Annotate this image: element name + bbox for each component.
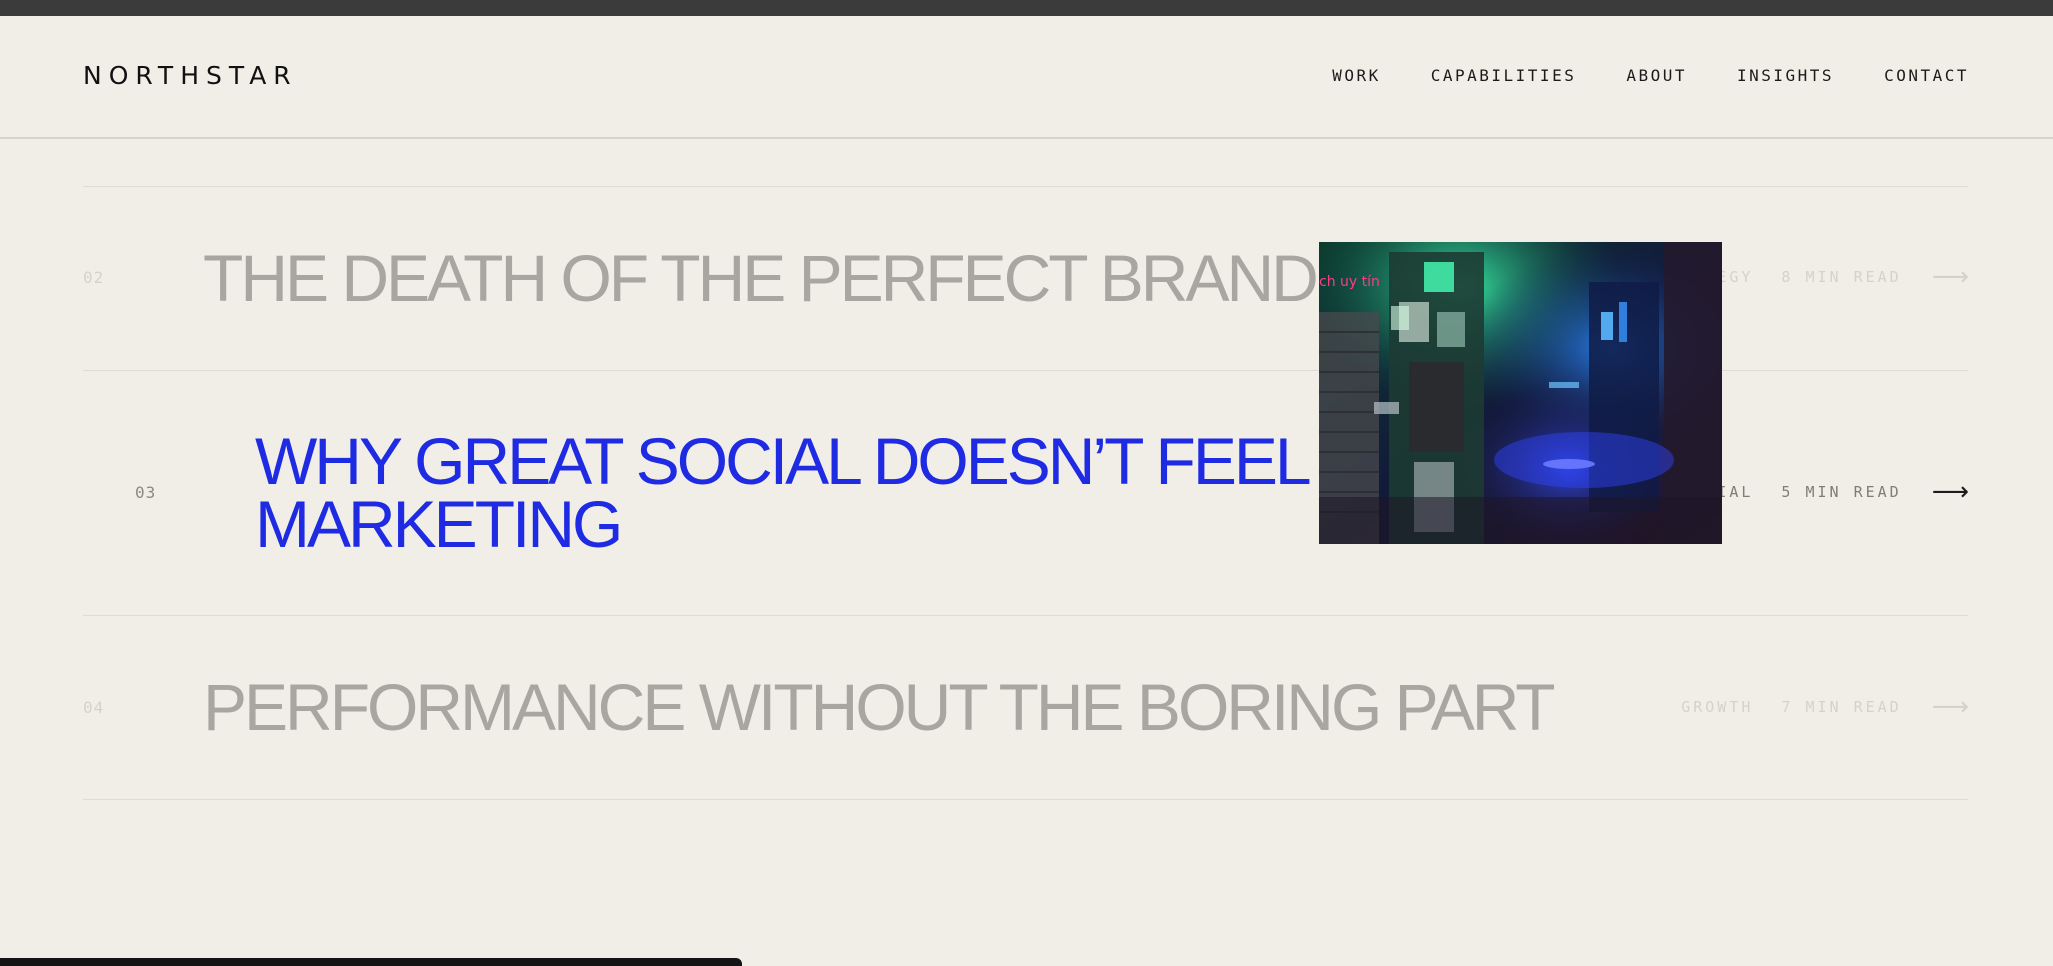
nav-insights[interactable]: INSIGHTS [1737, 66, 1834, 85]
article-number: 03 [135, 483, 157, 502]
top-bar [0, 0, 2053, 16]
article-title-line-2[interactable]: MARKETING [255, 491, 623, 557]
article-read-time: 5 MIN READ [1781, 483, 1902, 501]
row-divider [83, 615, 1968, 616]
article-title[interactable]: PERFORMANCE WITHOUT THE BORING PART [203, 674, 1556, 740]
article-meta: SOCIAL 5 MIN READ ⟶ [1681, 479, 1969, 505]
site-header: NORTHSTAR WORK CAPABILITIES ABOUT INSIGH… [0, 16, 2053, 139]
logo[interactable]: NORTHSTAR [83, 61, 298, 90]
nav-about[interactable]: ABOUT [1626, 66, 1687, 85]
article-number: 04 [83, 698, 105, 717]
nav-contact[interactable]: CONTACT [1884, 66, 1969, 85]
nav-work[interactable]: WORK [1332, 66, 1381, 85]
arrow-right-icon[interactable]: ⟶ [1932, 264, 1969, 290]
article-meta: GROWTH 7 MIN READ ⟶ [1681, 694, 1969, 720]
arrow-right-icon[interactable]: ⟶ [1932, 694, 1969, 720]
neon-alley-photo: ch uy tín [1319, 242, 1722, 544]
article-title[interactable]: THE DEATH OF THE PERFECT BRAND [203, 245, 1319, 311]
neon-sign-text: ch uy tín [1319, 274, 1380, 290]
nav-capabilities[interactable]: CAPABILITIES [1431, 66, 1577, 85]
article-number: 02 [83, 268, 105, 287]
horizontal-scrollbar-thumb[interactable] [0, 958, 742, 966]
article-read-time: 7 MIN READ [1781, 698, 1902, 716]
arrow-right-icon[interactable]: ⟶ [1932, 479, 1969, 505]
main-nav: WORK CAPABILITIES ABOUT INSIGHTS CONTACT [1332, 66, 1969, 85]
article-read-time: 8 MIN READ [1781, 268, 1902, 286]
article-preview-image: ch uy tín [1319, 242, 1722, 544]
row-divider [83, 186, 1968, 187]
article-category: GROWTH [1681, 698, 1754, 716]
article-title-line-1[interactable]: WHY GREAT SOCIAL DOESN’T FEEL LIKE [255, 428, 1456, 494]
row-divider [83, 799, 1968, 800]
